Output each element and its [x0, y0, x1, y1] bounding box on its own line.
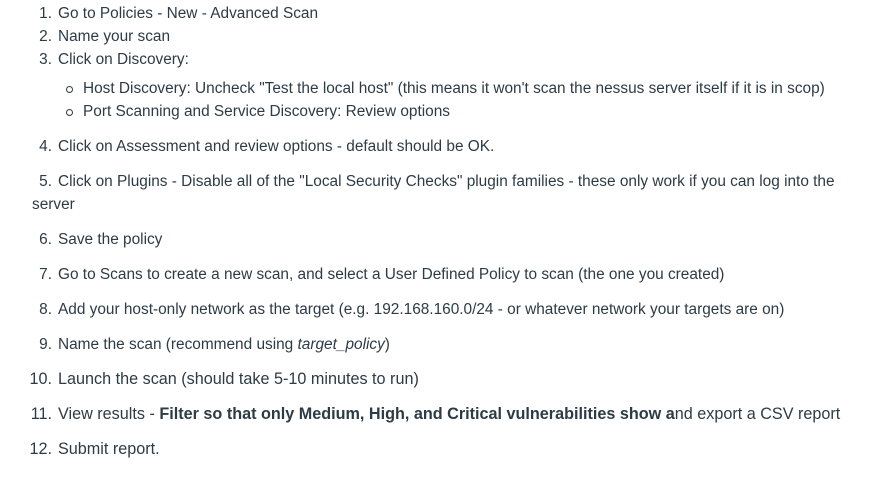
discovery-subitem-port: Port Scanning and Service Discovery: Rev… [83, 103, 450, 120]
step-11: 11. View results - Filter so that only Me… [30, 405, 841, 423]
step-1: 1. Go to Policies - New - Advanced Scan [39, 5, 319, 22]
step-2: 2. Name your scan [39, 28, 171, 45]
step-9: 9. Name the scan (recommend using target_… [39, 336, 390, 353]
instructions-document: 1. Go to Policies - New - Advanced Scan 2… [0, 0, 887, 478]
step-8: 8. Add your host-only network as the targ… [39, 301, 785, 318]
step-6: 6. Save the policy [39, 231, 163, 248]
step-5: 5. Click on Plugins - Disable all of the … [39, 173, 835, 190]
step-10: 10. Launch the scan (should take 5-10 min… [29, 370, 419, 388]
step-4: 4. Click on Assessment and review options… [39, 138, 495, 155]
step-3: 3. Click on Discovery: [39, 51, 189, 68]
step-5-continuation: server [32, 196, 75, 213]
bullet-icon [66, 109, 73, 116]
discovery-subitem-host: Host Discovery: Uncheck "Test the local … [83, 80, 825, 97]
step-12: 12. Submit report. [29, 440, 160, 458]
bullet-icon [66, 86, 73, 93]
step-7: 7. Go to Scans to create a new scan, and … [39, 266, 725, 283]
